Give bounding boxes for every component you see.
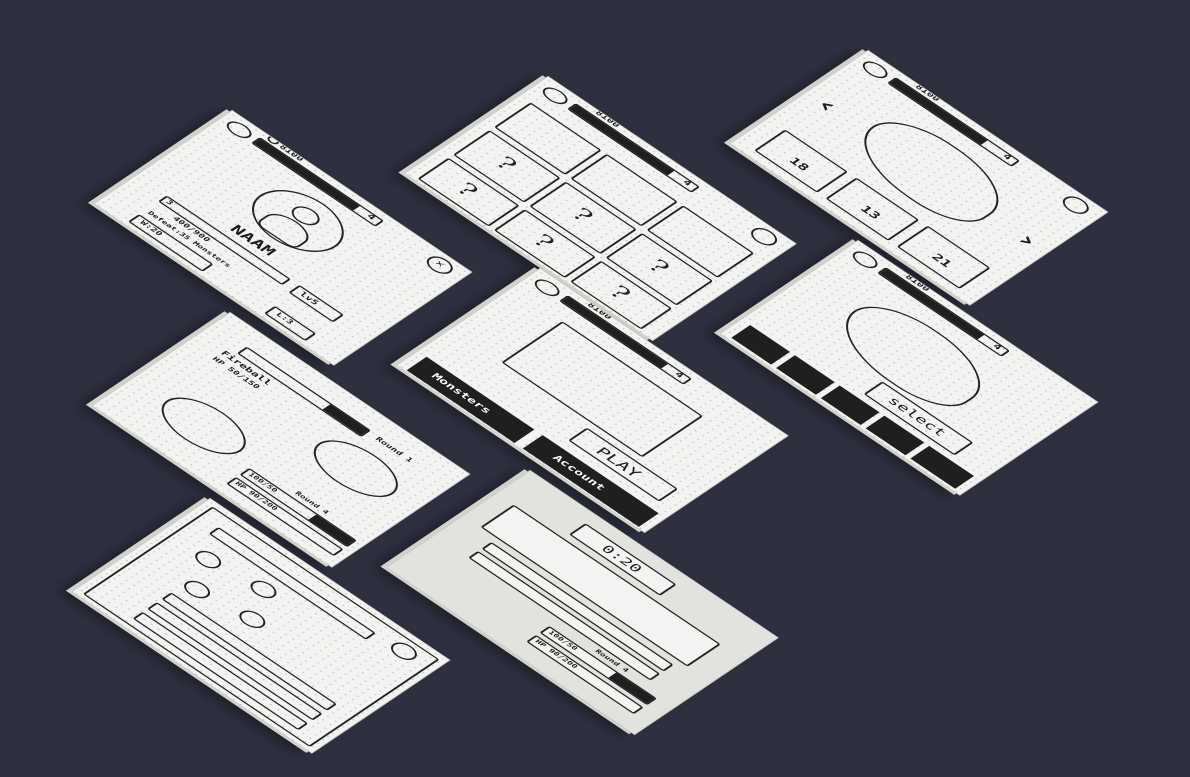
enemy-hp-bar bbox=[236, 346, 372, 438]
losses-box: L:3 bbox=[263, 305, 317, 342]
heart-icon bbox=[530, 276, 565, 300]
sketch-quiz-screen: 0:20 100/50 Round 4 HP 90/200 bbox=[385, 470, 779, 735]
sketch-select-screen: 4 8100 select bbox=[719, 240, 1099, 496]
heart-icon bbox=[858, 58, 893, 82]
heart-icon bbox=[222, 118, 257, 142]
monster-tab[interactable] bbox=[731, 325, 790, 365]
level-label: 3 bbox=[163, 198, 175, 207]
level-badge: lv5 bbox=[288, 284, 345, 323]
sketch-home-screen: 4 8100 PLAY Monsters Account bbox=[395, 268, 789, 533]
sketch-monster-detail-screen: 4 8100 ‹ › 18 13 21 bbox=[729, 50, 1109, 306]
heart-icon bbox=[848, 248, 883, 272]
avatar bbox=[234, 178, 362, 264]
next-arrow-icon[interactable]: › bbox=[1008, 227, 1047, 253]
prev-arrow-icon[interactable]: ‹ bbox=[808, 92, 847, 118]
heart-icon bbox=[538, 84, 573, 108]
monster-tab[interactable] bbox=[910, 445, 974, 489]
sketch-profile-screen: 4 8100 ✕ NAAM 3 lv5 400/900 Defeat:35 Mo… bbox=[93, 110, 473, 366]
sketch-collection-screen: 4 8100 ? ? ? ? ? ? bbox=[403, 76, 797, 341]
stat-box: 18 bbox=[754, 129, 849, 193]
close-icon[interactable] bbox=[746, 224, 783, 249]
sketch-battle-screen: Fireball Round 1 HP 50/150 100/50 Round … bbox=[91, 312, 471, 568]
player-monster bbox=[147, 387, 261, 465]
sketch-scene: 4 8100 ✕ NAAM 3 lv5 400/900 Defeat:35 Mo… bbox=[0, 0, 1190, 777]
monster-tab[interactable] bbox=[776, 355, 835, 395]
close-icon[interactable] bbox=[1057, 192, 1094, 218]
sketch-list-screen bbox=[71, 498, 451, 754]
close-icon[interactable]: ✕ bbox=[421, 252, 458, 278]
enemy-monster bbox=[299, 430, 413, 507]
